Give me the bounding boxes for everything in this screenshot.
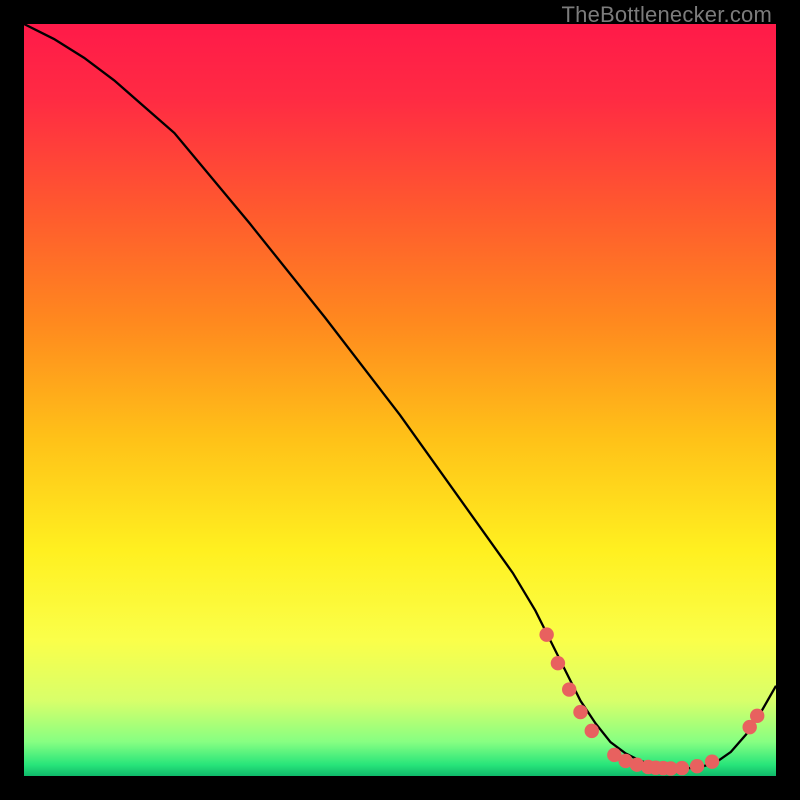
curve-marker [551, 656, 565, 670]
curve-marker [675, 761, 689, 775]
curve-marker [690, 759, 704, 773]
chart-background [24, 24, 776, 776]
bottleneck-chart [24, 24, 776, 776]
curve-marker [539, 627, 553, 641]
curve-marker [573, 705, 587, 719]
curve-marker [585, 724, 599, 738]
curve-marker [562, 682, 576, 696]
curve-marker [750, 709, 764, 723]
curve-marker [705, 755, 719, 769]
chart-frame [24, 24, 776, 776]
